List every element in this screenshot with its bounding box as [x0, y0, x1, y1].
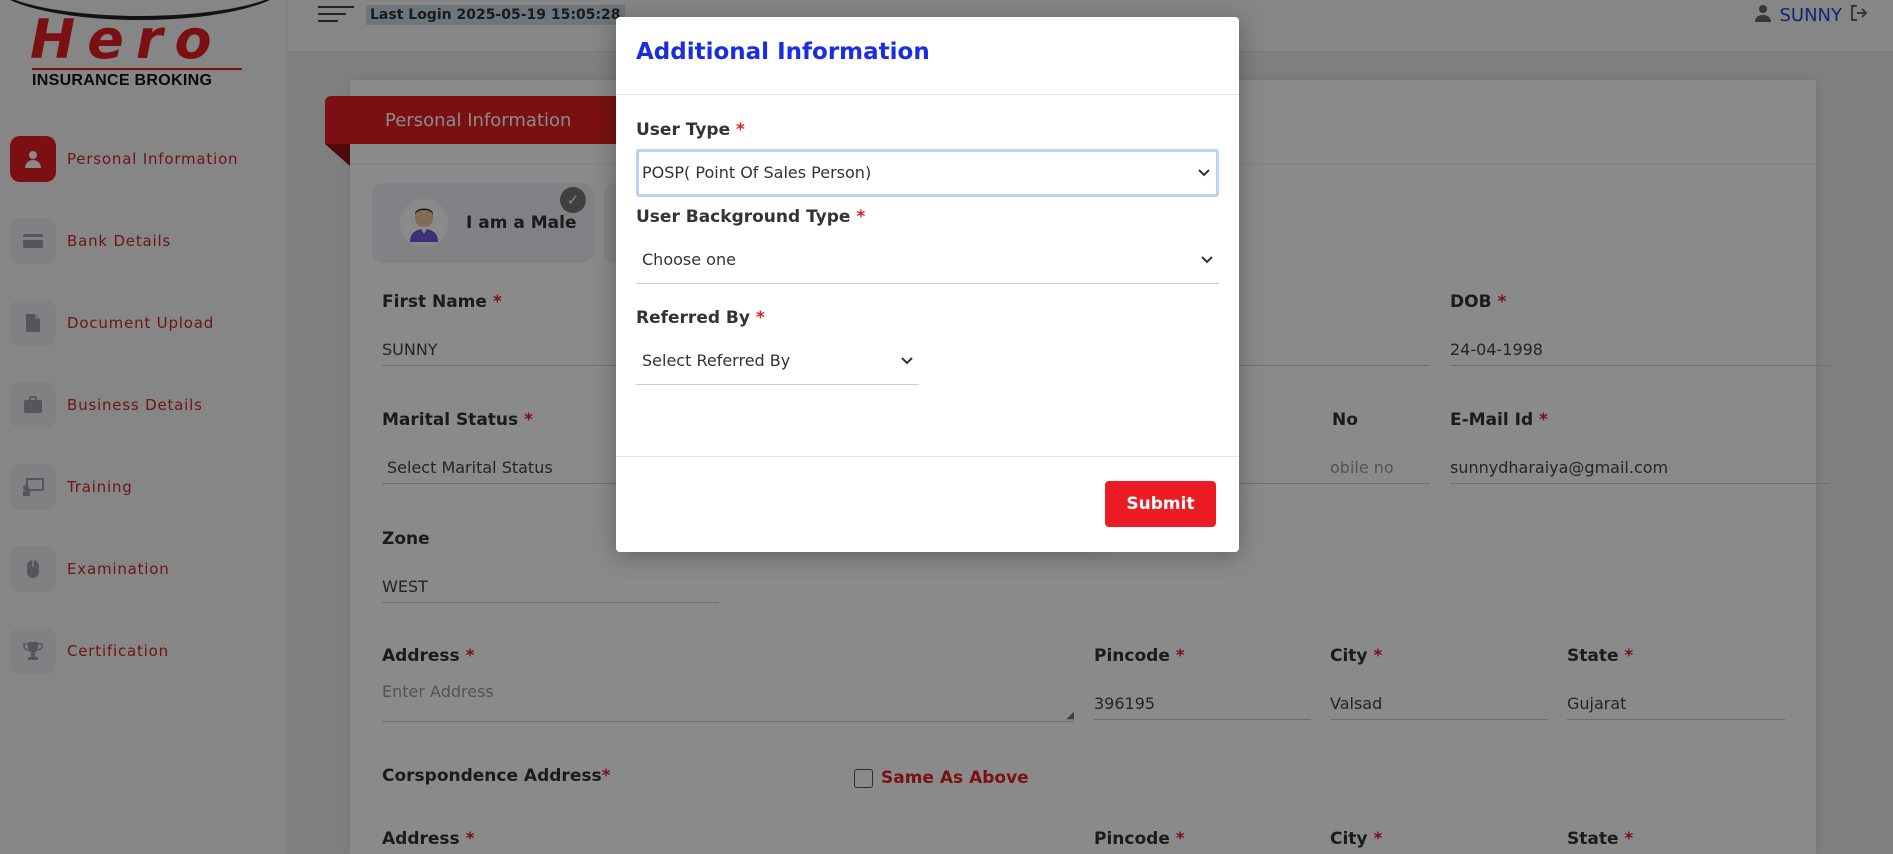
additional-information-modal: Additional Information User Type * POSP(…: [616, 17, 1239, 552]
chevron-down-icon: [901, 337, 913, 385]
modal-footer: Submit: [616, 456, 1239, 552]
modal-body: User Type * POSP( Point Of Sales Person)…: [636, 95, 1219, 385]
modal-title: Additional Information: [636, 39, 930, 65]
modal-header: Additional Information: [616, 17, 1239, 95]
submit-button[interactable]: Submit: [1105, 481, 1216, 527]
referred-by-select[interactable]: Select Referred By: [636, 337, 919, 385]
chevron-down-icon: [1201, 236, 1213, 284]
user-type-select[interactable]: POSP( Point Of Sales Person): [636, 149, 1219, 197]
user-background-type-select[interactable]: Choose one: [636, 236, 1219, 284]
chevron-down-icon: [1198, 152, 1210, 194]
